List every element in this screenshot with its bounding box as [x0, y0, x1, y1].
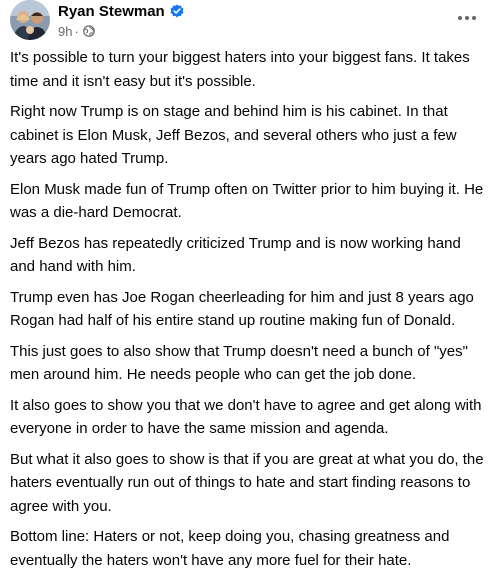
author-row: Ryan Stewman: [58, 1, 184, 21]
post-paragraph: Right now Trump is on stage and behind h…: [10, 103, 457, 167]
post-paragraph: But what it also goes to show is that if…: [10, 450, 484, 515]
more-dot: [472, 16, 476, 20]
more-dot: [465, 16, 469, 20]
post-paragraph: Elon Musk made fun of Trump often on Twi…: [10, 180, 484, 222]
facebook-post: Ryan Stewman 9h · It's possible to turn …: [0, 0, 493, 569]
post-meta: 9h ·: [58, 22, 95, 40]
profile-photo-icon: [10, 0, 50, 40]
author-avatar[interactable]: [10, 0, 50, 40]
more-options-button[interactable]: [455, 8, 479, 28]
post-header: Ryan Stewman 9h ·: [10, 0, 493, 44]
meta-separator: ·: [74, 23, 79, 39]
post-paragraph: It's possible to turn your biggest hater…: [10, 49, 470, 90]
more-options-icon: [458, 16, 462, 20]
post-timestamp[interactable]: 9h: [58, 24, 72, 39]
globe-icon[interactable]: [83, 25, 95, 37]
post-paragraph: It also goes to show you that we don't h…: [10, 396, 482, 438]
post-paragraph: Jeff Bezos has repeatedly criticized Tru…: [10, 234, 461, 276]
post-paragraph: Trump even has Joe Rogan cheerleading fo…: [10, 288, 474, 330]
verified-badge-icon: [170, 4, 184, 18]
post-body: It's possible to turn your biggest hater…: [10, 46, 488, 579]
author-name[interactable]: Ryan Stewman: [58, 3, 165, 20]
post-paragraph: This just goes to also show that Trump d…: [10, 342, 468, 384]
post-paragraph: Bottom line: Haters or not, keep doing y…: [10, 528, 450, 569]
